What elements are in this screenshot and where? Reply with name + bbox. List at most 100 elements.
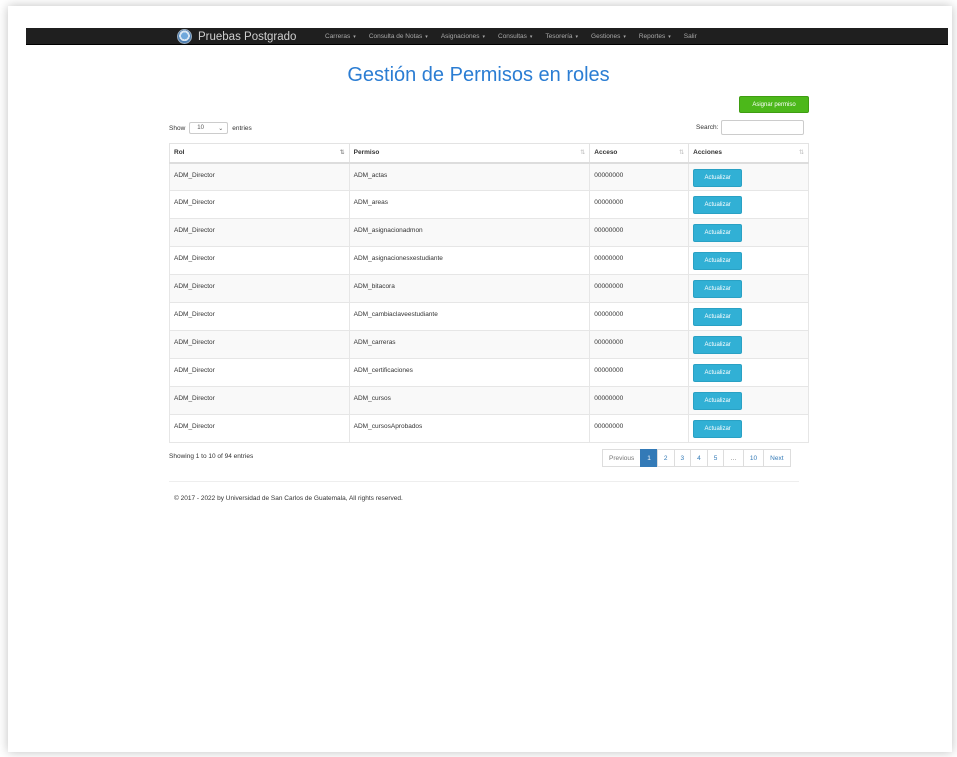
cell-acceso: 00000000	[589, 274, 690, 303]
cell-acciones: Actualizar	[688, 162, 809, 191]
cell-permiso: ADM_cursos	[348, 386, 591, 415]
search-label: Search:	[696, 124, 719, 131]
entries-select-value: 10	[197, 125, 204, 131]
cell-rol: ADM_Director	[169, 330, 350, 359]
update-button[interactable]: Actualizar	[693, 196, 743, 214]
cell-acceso: 00000000	[589, 162, 690, 191]
cell-permiso: ADM_cambiaclaveestudiante	[348, 302, 591, 331]
nav-item-tesorer-a[interactable]: Tesorería ▾	[545, 33, 578, 40]
nav-item-asignaciones[interactable]: Asignaciones ▾	[441, 33, 485, 40]
column-header-acciones[interactable]: Acciones ⇅	[688, 143, 809, 164]
nav-item-gestiones[interactable]: Gestiones ▾	[591, 33, 626, 40]
pagination-ellipsis[interactable]: …	[723, 449, 744, 467]
pagination-page[interactable]: 10	[742, 449, 765, 467]
table-row: ADM_Director ADM_certificaciones 00000000 A…	[169, 358, 809, 387]
cell-acceso: 00000000	[589, 218, 690, 247]
entries-select[interactable]: 10 ⌄	[189, 122, 229, 134]
update-button[interactable]: Actualizar	[693, 336, 743, 354]
cell-acceso: 00000000	[589, 358, 690, 387]
cell-acciones: Actualizar	[688, 218, 809, 247]
brand-name: Pruebas Postgrado	[198, 30, 297, 43]
update-button[interactable]: Actualizar	[693, 392, 743, 410]
entries-length-control: Show 10 ⌄ entries	[169, 122, 252, 134]
nav-menu: Carreras ▾ Consulta de Notas ▾ Asignaciones ▾…	[325, 28, 710, 45]
table-body: ADM_Director ADM_actas 00000000 Actualizar A…	[169, 162, 809, 443]
sort-icon: ⇅	[679, 150, 685, 156]
search-control: Search:	[696, 120, 805, 135]
pagination-page[interactable]: 4	[690, 449, 708, 467]
column-header-label: Acceso	[594, 149, 618, 157]
update-button[interactable]: Actualizar	[693, 280, 743, 298]
cell-rol: ADM_Director	[169, 274, 350, 303]
cell-rol: ADM_Director	[169, 246, 350, 275]
pagination-page[interactable]: 2	[656, 449, 675, 467]
column-header-acceso[interactable]: Acceso ⇅	[589, 143, 690, 164]
update-button[interactable]: Actualizar	[693, 364, 743, 382]
table-row: ADM_Director ADM_cambiaclaveestudiante 000…	[169, 302, 809, 331]
cell-acciones: Actualizar	[688, 274, 809, 303]
nav-item-consultas[interactable]: Consultas ▾	[498, 33, 532, 40]
cell-acciones: Actualizar	[688, 414, 809, 443]
pagination-page[interactable]: 3	[673, 449, 692, 467]
caret-down-icon: ▾	[623, 34, 626, 40]
table-info: Showing 1 to 10 of 94 entries	[169, 453, 254, 460]
update-button[interactable]: Actualizar	[693, 252, 743, 270]
brand[interactable]: Pruebas Postgrado	[177, 28, 296, 45]
cell-permiso: ADM_cursosAprobados	[348, 414, 591, 443]
cell-permiso: ADM_asignacionesxestudiante	[348, 246, 591, 275]
cell-acceso: 00000000	[589, 302, 690, 331]
footer-copyright: © 2017 - 2022 by Universidad de San Carl…	[174, 495, 403, 502]
table-row: ADM_Director ADM_actas 00000000 Actualizar	[169, 162, 809, 191]
university-logo-icon	[177, 29, 192, 44]
cell-permiso: ADM_bitacora	[348, 274, 591, 303]
cell-acceso: 00000000	[589, 190, 690, 219]
update-button[interactable]: Actualizar	[693, 420, 743, 438]
nav-item-label: Tesorería	[545, 33, 573, 40]
top-navbar: Pruebas Postgrado Carreras ▾ Consulta de N…	[26, 28, 948, 45]
pagination-next[interactable]: Next	[763, 449, 791, 467]
nav-item-reportes[interactable]: Reportes ▾	[639, 33, 671, 40]
caret-down-icon: ▾	[668, 34, 671, 40]
cell-acceso: 00000000	[589, 246, 690, 275]
cell-rol: ADM_Director	[169, 358, 350, 387]
column-header-rol[interactable]: Rol ⇅	[169, 143, 350, 164]
nav-item-carreras[interactable]: Carreras ▾	[325, 33, 356, 40]
nav-item-label: Gestiones	[591, 33, 621, 40]
nav-item-salir[interactable]: Salir	[684, 33, 697, 40]
pagination: Previous 1 2 3 4 5… 10 Next	[602, 449, 791, 467]
nav-item-label: Salir	[683, 33, 697, 40]
update-button[interactable]: Actualizar	[693, 168, 743, 187]
nav-item-consulta-de-notas[interactable]: Consulta de Notas ▾	[369, 33, 428, 40]
caret-down-icon: ▾	[425, 34, 428, 40]
cell-permiso: ADM_carreras	[348, 330, 591, 359]
update-button[interactable]: Actualizar	[693, 224, 743, 242]
chevron-down-icon: ⌄	[218, 125, 224, 132]
cell-acciones: Actualizar	[688, 190, 809, 219]
assign-permission-button[interactable]: Asignar permiso	[739, 96, 809, 113]
cell-acceso: 00000000	[589, 330, 690, 359]
cell-rol: ADM_Director	[169, 386, 350, 415]
permissions-table: Rol ⇅ Permiso ⇅ Acceso ⇅ Acciones ⇅ ADM_…	[169, 143, 809, 443]
nav-item-label: Consulta de Notas	[368, 33, 423, 40]
table-row: ADM_Director ADM_asignacionesxestudiante 0…	[169, 246, 809, 275]
pagination-previous[interactable]: Previous	[602, 449, 642, 467]
column-header-label: Permiso	[353, 149, 380, 157]
sort-asc-icon: ⇅	[339, 150, 345, 156]
search-input[interactable]	[721, 120, 805, 135]
cell-permiso: ADM_certificaciones	[348, 358, 591, 387]
pagination-page[interactable]: 5	[706, 449, 725, 467]
column-header-label: Rol	[174, 149, 185, 157]
nav-item-label: Reportes	[638, 33, 666, 40]
cell-acciones: Actualizar	[688, 246, 809, 275]
caret-down-icon: ▾	[575, 34, 579, 40]
table-row: ADM_Director ADM_cursos 00000000 Actualizar	[169, 386, 809, 415]
column-header-permiso[interactable]: Permiso ⇅	[348, 143, 591, 164]
pagination-page[interactable]: 1	[640, 449, 658, 467]
sort-icon: ⇅	[798, 150, 804, 156]
table-row: ADM_Director ADM_areas 00000000 Actualizar	[169, 190, 809, 219]
table-row: ADM_Director ADM_bitacora 00000000 Actualiz…	[169, 274, 809, 303]
cell-rol: ADM_Director	[169, 162, 350, 191]
table-header-row: Rol ⇅ Permiso ⇅ Acceso ⇅ Acciones ⇅	[169, 143, 809, 164]
caret-down-icon: ▾	[353, 34, 356, 40]
update-button[interactable]: Actualizar	[693, 308, 743, 326]
